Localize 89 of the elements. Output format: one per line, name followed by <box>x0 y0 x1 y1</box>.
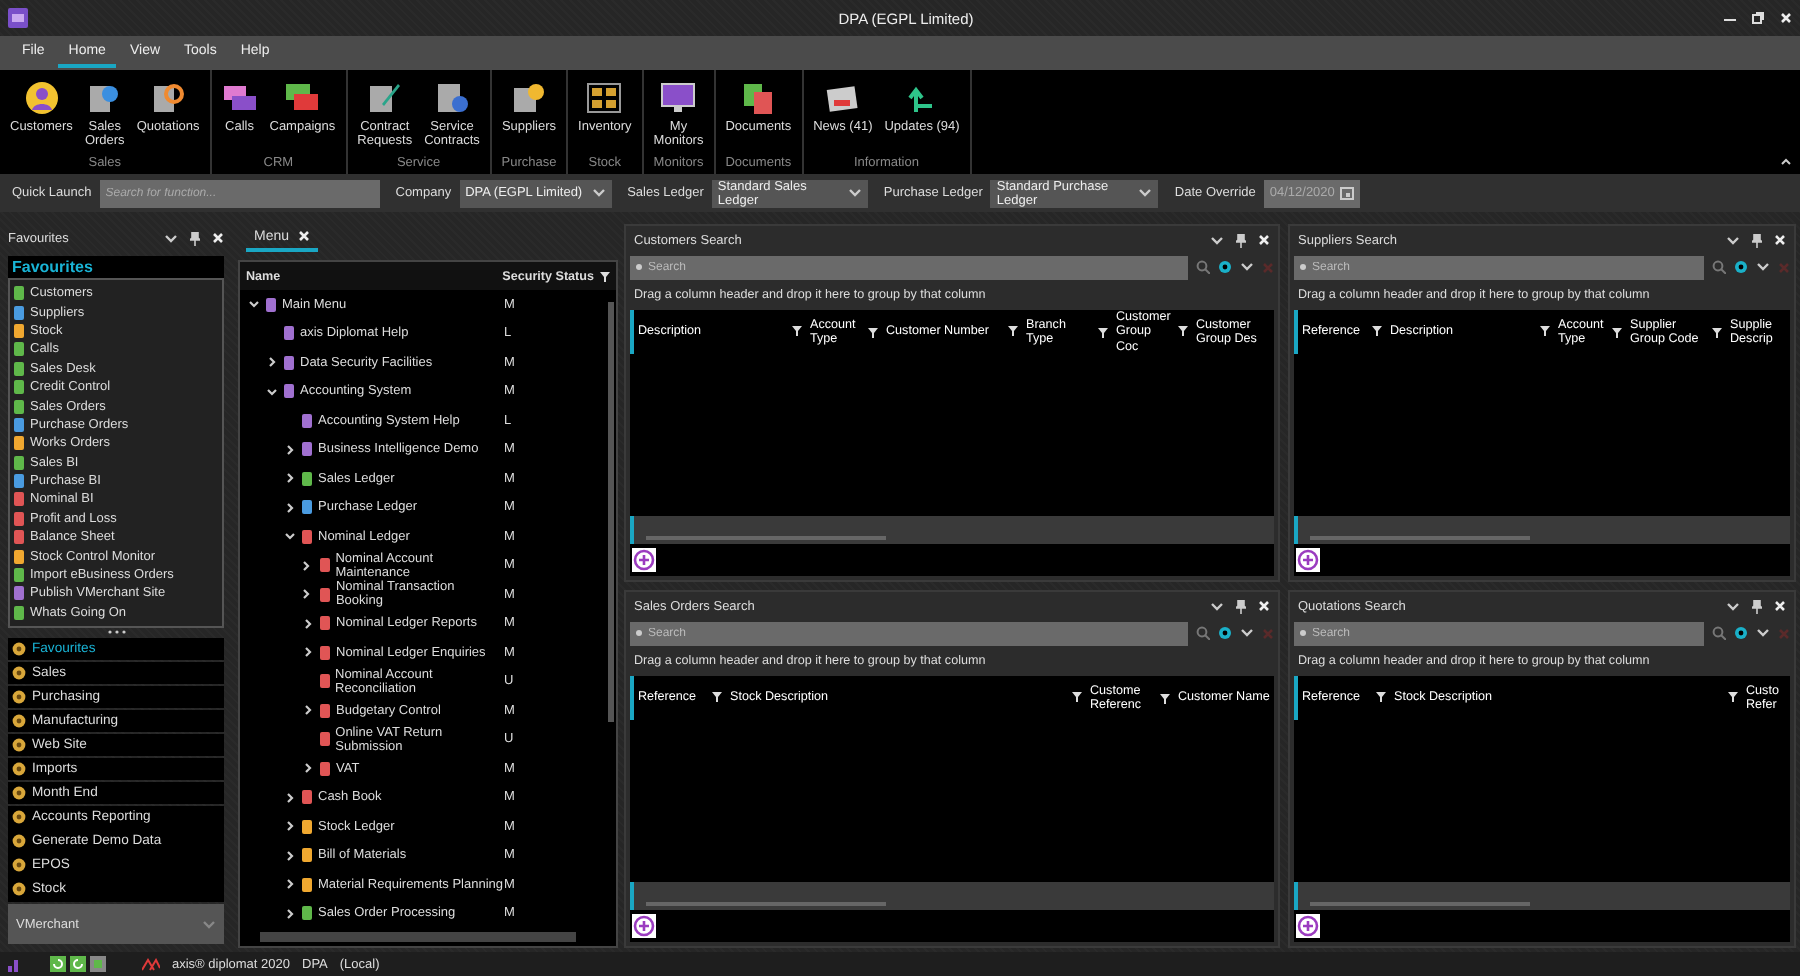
chevron-icon[interactable] <box>283 878 295 891</box>
chevron-icon[interactable] <box>283 849 295 862</box>
bullet-icon <box>636 630 642 636</box>
search-icon[interactable] <box>1196 626 1210 640</box>
add-icon[interactable] <box>632 914 656 938</box>
chevron-icon[interactable] <box>300 588 313 601</box>
chevron-down-icon[interactable] <box>1210 235 1224 245</box>
pin-icon[interactable] <box>1236 599 1246 613</box>
scrollbar[interactable] <box>646 536 886 540</box>
search-icon[interactable] <box>1196 260 1210 274</box>
search-icon[interactable] <box>1712 626 1726 640</box>
chevron-icon[interactable] <box>301 704 313 717</box>
chevron-icon[interactable] <box>283 907 295 920</box>
chevron-icon[interactable] <box>283 443 295 456</box>
chevron-down-icon[interactable] <box>164 233 178 243</box>
chevron-down-icon[interactable] <box>1756 262 1770 272</box>
filter-icon[interactable] <box>1072 692 1082 703</box>
filter-icon[interactable] <box>1376 692 1386 703</box>
filter-icon[interactable] <box>1098 327 1108 337</box>
bullet-icon <box>1300 264 1306 270</box>
settings-icon[interactable] <box>1218 260 1232 274</box>
filter-icon[interactable] <box>712 692 722 703</box>
settings-icon[interactable] <box>1734 626 1748 640</box>
filter-icon[interactable] <box>1612 327 1622 337</box>
pin-icon[interactable] <box>1236 233 1246 247</box>
restore-icon[interactable] <box>1752 12 1764 24</box>
chevron-icon[interactable] <box>283 791 295 804</box>
pin-icon[interactable] <box>190 231 200 245</box>
chevron-down-icon[interactable] <box>1726 601 1740 611</box>
bullet-icon <box>636 264 642 270</box>
documents-icon <box>740 80 777 116</box>
chevron-icon[interactable] <box>283 501 295 514</box>
pin-icon[interactable] <box>1752 599 1762 613</box>
chevron-down-icon[interactable] <box>1210 601 1224 611</box>
filter-icon[interactable] <box>1160 693 1170 703</box>
chevron-icon[interactable] <box>283 472 295 485</box>
splitter-grip-icon <box>107 630 125 635</box>
filter-icon[interactable] <box>1540 326 1550 337</box>
chevron-icon[interactable] <box>301 617 313 630</box>
scrollbar[interactable] <box>260 932 576 942</box>
chevron-icon[interactable] <box>265 385 277 398</box>
shelves-icon <box>586 80 623 116</box>
add-icon[interactable] <box>1296 914 1320 938</box>
add-icon[interactable] <box>632 548 656 572</box>
chart-icon <box>8 957 22 971</box>
chevron-down-icon[interactable] <box>847 188 862 198</box>
scrollbar[interactable] <box>1310 902 1530 906</box>
chat-icon <box>221 80 258 116</box>
chevron-icon[interactable] <box>247 298 259 311</box>
scrollbar[interactable] <box>608 302 614 722</box>
filter-icon[interactable] <box>1178 326 1188 337</box>
scrollbar[interactable] <box>646 902 886 906</box>
app-logo-icon <box>8 8 28 28</box>
chevron-icon[interactable] <box>283 530 295 543</box>
filter-icon[interactable] <box>792 326 802 337</box>
person-icon <box>23 80 60 116</box>
chevron-icon[interactable] <box>283 820 295 833</box>
favourites-heading: Favourites <box>8 256 224 278</box>
chevron-down-icon[interactable] <box>1756 628 1770 638</box>
scrollbar[interactable] <box>1310 536 1530 540</box>
pin-icon[interactable] <box>1752 233 1762 247</box>
calendar-icon <box>1340 186 1355 200</box>
document-icon <box>150 80 187 116</box>
chevron-down-icon[interactable] <box>591 188 606 198</box>
collapse-ribbon-icon[interactable] <box>1780 158 1792 166</box>
document-icon <box>86 80 123 116</box>
filter-icon[interactable] <box>1712 327 1722 337</box>
search-icon[interactable] <box>1712 260 1726 274</box>
newspaper-icon <box>824 80 861 116</box>
settings-icon[interactable] <box>1734 260 1748 274</box>
add-icon[interactable] <box>1296 548 1320 572</box>
chevron-icon[interactable] <box>301 762 313 775</box>
filter-icon[interactable] <box>1372 326 1382 337</box>
chevron-down-icon[interactable] <box>1240 262 1254 272</box>
pen-document-icon <box>366 80 403 116</box>
chevron-icon[interactable] <box>265 356 277 369</box>
chevron-down-icon[interactable] <box>1240 628 1254 638</box>
monitor-icon <box>660 80 697 116</box>
chevron-icon[interactable] <box>300 559 313 572</box>
filter-icon[interactable] <box>1008 326 1018 337</box>
settings-icon[interactable] <box>1218 626 1232 640</box>
filter-icon[interactable] <box>600 271 610 281</box>
chevron-down-icon[interactable] <box>1138 188 1153 198</box>
chevron-icon[interactable] <box>301 646 313 659</box>
filter-icon[interactable] <box>868 327 878 337</box>
logo-icon <box>142 957 160 971</box>
bullet-icon <box>1300 630 1306 636</box>
filter-icon[interactable] <box>1728 692 1738 703</box>
chevron-down-icon[interactable] <box>1726 235 1740 245</box>
